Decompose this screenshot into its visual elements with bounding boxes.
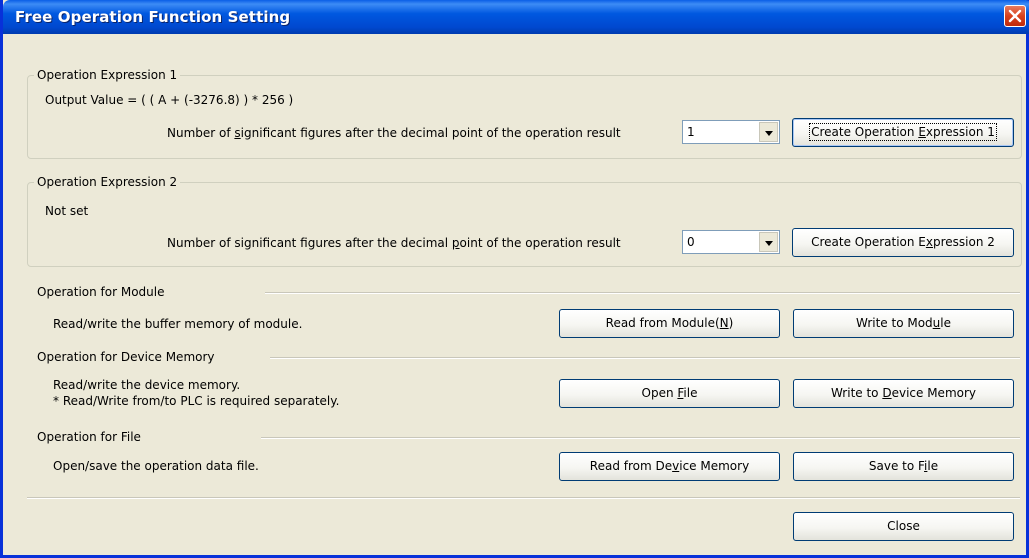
expression-1-sig-label: Number of significant figures after the … [167, 126, 621, 140]
close-window-button[interactable] [1004, 5, 1026, 27]
dialog-content: Operation Expression 1 Output Value = ( … [3, 34, 1026, 555]
device-divider [270, 357, 1020, 359]
file-description: Open/save the operation data file. [53, 459, 259, 473]
expression-2-status: Not set [45, 204, 89, 218]
write-to-module-button[interactable]: Write to Module [793, 309, 1014, 338]
write-to-device-memory-button[interactable]: Write to Device Memory [793, 379, 1014, 408]
save-to-file-button[interactable]: Save to File [793, 452, 1014, 481]
open-file-button[interactable]: Open File [559, 379, 780, 408]
module-description: Read/write the buffer memory of module. [53, 317, 303, 331]
read-from-device-memory-button[interactable]: Read from Device Memory [559, 452, 780, 481]
expression-2-sig-label: Number of significant figures after the … [167, 236, 621, 250]
expression-2-sig-select[interactable]: 0 [682, 230, 780, 254]
chevron-down-icon[interactable] [759, 232, 778, 252]
close-button[interactable]: Close [793, 512, 1014, 541]
expression-1-legend: Operation Expression 1 [37, 68, 178, 82]
create-expression-1-button[interactable]: Create Operation Expression 1 [792, 118, 1014, 147]
file-divider [261, 437, 1020, 439]
window-title: Free Operation Function Setting [15, 8, 291, 26]
create-expression-2-button[interactable]: Create Operation Expression 2 [792, 228, 1014, 257]
file-section-header: Operation for File [37, 430, 141, 444]
dialog-window: Free Operation Function Setting Operatio… [0, 0, 1029, 558]
module-divider [265, 292, 1020, 294]
expression-2-sig-value: 0 [687, 235, 695, 249]
device-section-header: Operation for Device Memory [37, 350, 215, 364]
module-section-header: Operation for Module [37, 285, 165, 299]
chevron-down-icon[interactable] [759, 122, 778, 142]
device-description-line1: Read/write the device memory. [53, 378, 241, 392]
expression-1-sig-select[interactable]: 1 [682, 120, 780, 144]
title-bar[interactable]: Free Operation Function Setting [3, 0, 1029, 34]
expression-1-formula: Output Value = ( ( A + (-3276.8) ) * 256… [45, 93, 294, 107]
device-description-line2: * Read/Write from/to PLC is required sep… [53, 394, 340, 408]
expression-1-sig-value: 1 [687, 125, 695, 139]
read-from-module-button[interactable]: Read from Module(N) [559, 309, 780, 338]
expression-2-legend: Operation Expression 2 [37, 175, 178, 189]
footer-divider [27, 497, 1020, 499]
